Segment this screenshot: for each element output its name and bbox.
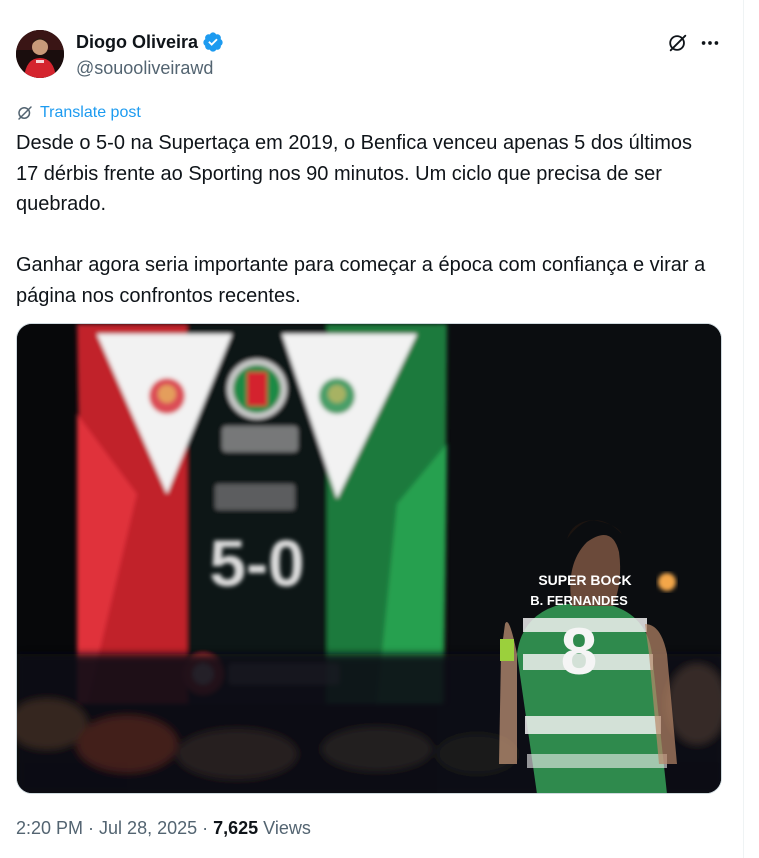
jersey-name: B. FERNANDES: [530, 593, 628, 608]
grok-icon: [669, 34, 687, 52]
post-time[interactable]: 2:20 PM: [16, 817, 83, 839]
column-divider: [743, 0, 744, 858]
grok-button[interactable]: [666, 31, 690, 55]
meta-separator: ·: [202, 818, 209, 838]
author-name-row[interactable]: Diogo Oliveira: [76, 31, 224, 53]
more-options-button[interactable]: [698, 31, 722, 55]
meta-separator: ·: [88, 818, 95, 838]
post-paragraph: Desde o 5-0 na Supertaça em 2019, o Benf…: [16, 132, 692, 215]
photo-derby-scoreboard: 5-0 SUPER BOCK B. FERNANDES 8: [17, 324, 721, 793]
post-text: Desde o 5-0 na Supertaça em 2019, o Benf…: [16, 128, 716, 311]
author-display-name[interactable]: Diogo Oliveira: [76, 31, 198, 53]
views-count: 7,625: [213, 818, 259, 838]
more-icon: [701, 41, 719, 45]
author-handle[interactable]: @souooliveirawd: [76, 57, 213, 79]
verified-badge-icon[interactable]: [202, 31, 224, 53]
jersey-number: 8: [561, 614, 598, 688]
translate-post-link[interactable]: Translate post: [16, 103, 141, 123]
jersey-sponsor: SUPER BOCK: [538, 572, 631, 588]
post-meta: 2:20 PM · Jul 28, 2025 · 7,625 Views: [16, 817, 311, 839]
post-paragraph: Ganhar agora seria importante para começ…: [16, 254, 706, 307]
post-photo[interactable]: 5-0 SUPER BOCK B. FERNANDES 8: [16, 323, 722, 794]
post-date[interactable]: Jul 28, 2025: [99, 817, 197, 839]
translate-post-label[interactable]: Translate post: [40, 103, 141, 123]
avatar-image: [16, 30, 64, 78]
translate-icon: [18, 106, 32, 120]
author-avatar[interactable]: [16, 30, 64, 78]
scoreboard-score: 5-0: [209, 526, 304, 600]
views-label: Views: [263, 818, 311, 838]
